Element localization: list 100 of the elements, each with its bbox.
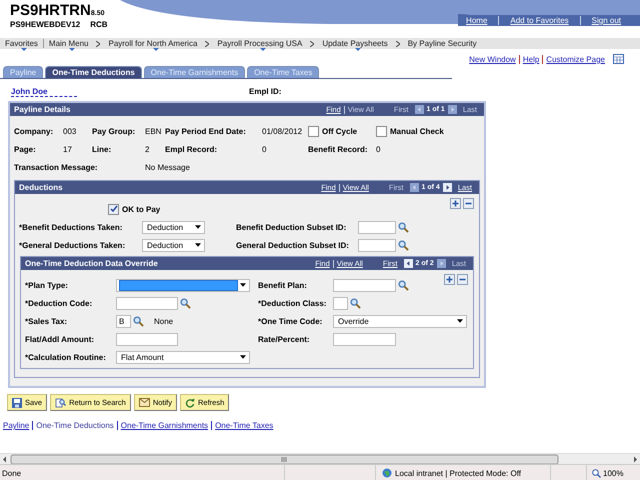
chevron-icon: [396, 40, 400, 46]
dropdown[interactable]: Deduction: [142, 238, 205, 252]
field-value: 0: [376, 144, 380, 154]
user-id: RCB: [90, 20, 108, 29]
field-label: *Benefit Deductions Taken:: [19, 222, 122, 232]
field-label: Company:: [14, 126, 54, 136]
field-label: *Deduction Class:: [258, 298, 326, 308]
field-label: Transaction Message:: [14, 162, 98, 172]
checkbox[interactable]: [308, 126, 319, 136]
zoom-level[interactable]: 100%: [603, 468, 624, 478]
dropdown[interactable]: [116, 278, 250, 292]
plus-icon[interactable]: [450, 198, 461, 209]
page-link[interactable]: Customize Page: [542, 54, 608, 64]
input-field[interactable]: [116, 332, 178, 346]
checkbox[interactable]: [108, 204, 119, 214]
dropdown[interactable]: Deduction: [142, 220, 205, 234]
page-link[interactable]: Payline: [3, 421, 32, 430]
search-icon[interactable]: [398, 280, 409, 290]
zoom-icon: [592, 468, 601, 478]
checkbox[interactable]: [376, 126, 387, 136]
checkbox-label: OK to Pay: [122, 204, 160, 214]
field-label: *Plan Type:: [25, 280, 68, 290]
header-link[interactable]: Add to Favorites: [498, 16, 580, 25]
section-title: One-Time Deduction Data Override: [25, 259, 159, 268]
page-link[interactable]: New Window: [466, 54, 519, 64]
employee-name-link[interactable]: John Doe: [11, 86, 78, 96]
input-field[interactable]: [333, 296, 348, 310]
tab[interactable]: One-Time Deductions: [45, 66, 142, 78]
input-field[interactable]: [358, 220, 396, 234]
database-name: PS9HEWEBDEV12: [10, 20, 80, 29]
field-label: Pay Group:: [92, 126, 136, 136]
caret-icon: [457, 319, 463, 323]
caret-icon: [195, 225, 201, 229]
grid-icon[interactable]: [613, 54, 624, 64]
page-link[interactable]: One-Time Taxes: [211, 421, 276, 430]
input-field[interactable]: [333, 278, 396, 292]
field-label: Empl Record:: [165, 144, 218, 154]
caret-icon: [240, 355, 246, 359]
field-value: None: [154, 316, 174, 326]
chevron-icon: [96, 40, 100, 46]
breadcrumb-link[interactable]: By Payline Security: [404, 39, 480, 48]
checkbox-label: Manual Check: [390, 126, 444, 136]
breadcrumb-link[interactable]: Update Paysheets: [319, 39, 391, 48]
field-label: Pay Period End Date:: [165, 126, 246, 136]
dropdown[interactable]: Override: [333, 314, 467, 328]
input-field[interactable]: B: [116, 314, 131, 328]
field-value: 0: [262, 144, 266, 154]
header-link[interactable]: Sign out: [580, 16, 632, 25]
field-label: *Sales Tax:: [25, 316, 68, 326]
globe-icon: [382, 468, 392, 478]
breadcrumb-link[interactable]: Main Menu: [46, 39, 92, 48]
field-label: *Deduction Code:: [25, 298, 92, 308]
document-search-icon: [55, 398, 66, 408]
field-value: 2: [145, 144, 150, 154]
field-label: *One Time Code:: [258, 316, 322, 326]
minus-icon[interactable]: [457, 274, 468, 285]
chevron-icon: [205, 40, 210, 46]
field-label: Flat/Addl Amount:: [25, 334, 94, 344]
dropdown[interactable]: Flat Amount: [116, 350, 250, 364]
zone-text: Local intranet | Protected Mode: Off: [395, 468, 521, 478]
page-link[interactable]: One-Time Garnishments: [116, 421, 212, 430]
field-value: 003: [63, 126, 76, 136]
field-label: *General Deductions Taken:: [19, 240, 126, 250]
field-value: 17: [63, 144, 72, 154]
field-label: Empl ID:: [249, 86, 282, 96]
search-icon[interactable]: [180, 298, 191, 308]
breadcrumb-link[interactable]: Favorites: [2, 39, 41, 48]
caret-icon: [195, 243, 201, 247]
search-icon[interactable]: [398, 222, 409, 232]
field-value: EBN: [145, 126, 162, 136]
horizontal-scrollbar[interactable]: [0, 453, 640, 465]
envelope-icon: [138, 398, 150, 407]
refresh-icon: [184, 398, 195, 408]
page-link[interactable]: Help: [518, 54, 542, 64]
field-label: Benefit Record:: [308, 144, 368, 154]
header-link[interactable]: Home: [455, 16, 498, 25]
field-label: *Calculation Routine:: [25, 352, 106, 362]
breadcrumb-link[interactable]: Payroll Processing USA: [214, 39, 306, 48]
status-text: Done: [1, 468, 22, 478]
breadcrumb-link[interactable]: Payroll for North America: [105, 39, 200, 48]
field-label: Benefit Deduction Subset ID:: [236, 222, 346, 232]
field-value: No Message: [145, 162, 190, 172]
section-title: Deductions: [19, 183, 64, 192]
current-page-text: One-Time Deductions: [32, 421, 117, 430]
search-icon[interactable]: [350, 298, 361, 308]
field-label: Rate/Percent:: [258, 334, 310, 344]
search-icon[interactable]: [398, 240, 409, 250]
input-field[interactable]: [333, 332, 396, 346]
field-label: General Deduction Subset ID:: [236, 240, 349, 250]
minus-icon[interactable]: [463, 198, 474, 209]
section-title: Payline Details: [14, 105, 72, 114]
checkbox-label: Off Cycle: [322, 126, 358, 136]
chevron-icon: [310, 40, 314, 46]
input-field[interactable]: [358, 238, 396, 252]
plus-icon[interactable]: [444, 274, 455, 285]
caret-icon: [240, 283, 246, 287]
search-icon[interactable]: [133, 316, 144, 326]
field-label: Page:: [14, 144, 36, 154]
input-field[interactable]: [116, 296, 178, 310]
app-title: PS9HRTRN: [10, 2, 91, 19]
